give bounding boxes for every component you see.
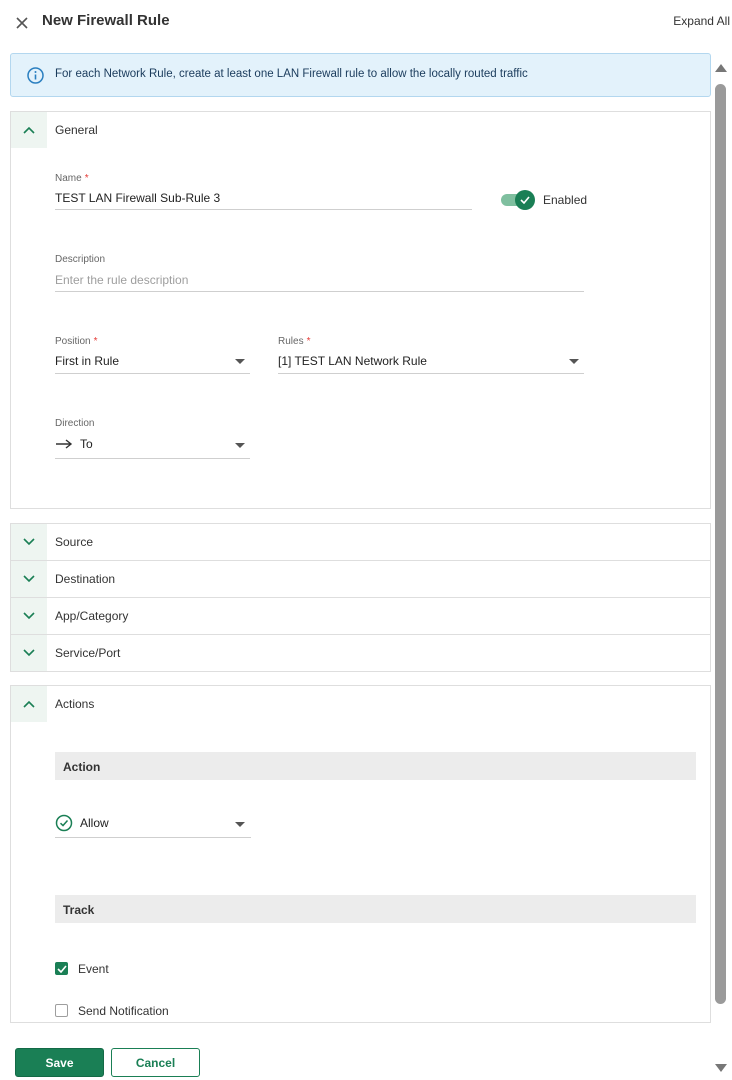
action-select[interactable]: Allow [80, 816, 109, 830]
description-field[interactable]: Enter the rule description [55, 273, 188, 287]
rules-select[interactable]: [1] TEST LAN Network Rule [278, 354, 427, 368]
arrow-right-icon [55, 438, 73, 452]
enabled-label: Enabled [543, 193, 588, 207]
rules-dropdown-caret-icon[interactable] [569, 359, 579, 364]
position-select-underline [55, 373, 250, 374]
actions-section: Actions Action Allow Track Event Send No… [10, 685, 711, 1023]
page-title: New Firewall Rule [42, 12, 170, 29]
dialog-header: New Firewall Rule Expand All [0, 0, 732, 44]
chevron-down-icon[interactable] [11, 598, 47, 634]
cancel-button[interactable]: Cancel [111, 1048, 200, 1077]
position-select[interactable]: First in Rule [55, 354, 119, 368]
rules-label: Rules * [278, 336, 311, 347]
description-field-underline [55, 291, 584, 292]
scrollbar-thumb[interactable] [715, 84, 726, 1004]
actions-section-title: Actions [55, 697, 95, 711]
scroll-up-arrow-icon[interactable] [715, 64, 727, 72]
check-circle-icon [55, 814, 73, 835]
action-dropdown-caret-icon[interactable] [235, 822, 245, 827]
action-select-underline [55, 837, 251, 838]
name-label: Name * [55, 173, 89, 184]
scrollbar[interactable] [714, 60, 727, 1080]
event-label: Event [78, 962, 109, 976]
chevron-up-icon[interactable] [11, 112, 47, 148]
direction-select-underline [55, 458, 250, 459]
position-dropdown-caret-icon[interactable] [235, 359, 245, 364]
service-port-section-header[interactable]: Service/Port [11, 635, 710, 671]
enabled-toggle[interactable] [501, 190, 537, 210]
source-section-title: Source [55, 535, 94, 549]
chevron-down-icon[interactable] [11, 561, 47, 597]
service-port-section-title: Service/Port [55, 646, 121, 660]
actions-section-header[interactable]: Actions [11, 686, 710, 722]
track-band: Track [55, 895, 696, 923]
info-banner: For each Network Rule, create at least o… [10, 53, 711, 97]
position-label: Position * [55, 336, 98, 347]
scroll-down-arrow-icon[interactable] [715, 1064, 727, 1072]
direction-label: Direction [55, 418, 95, 429]
send-notification-checkbox[interactable] [55, 1004, 68, 1017]
destination-section[interactable]: Destination [10, 560, 711, 598]
general-section-title: General [55, 123, 98, 137]
name-field[interactable]: TEST LAN Firewall Sub-Rule 3 [55, 191, 220, 205]
rules-select-underline [278, 373, 584, 374]
description-label: Description [55, 254, 106, 265]
chevron-up-icon[interactable] [11, 686, 47, 722]
service-port-section[interactable]: Service/Port [10, 634, 711, 672]
destination-section-title: Destination [55, 572, 116, 586]
track-band-label: Track [63, 903, 95, 917]
save-button[interactable]: Save [15, 1048, 104, 1077]
source-section[interactable]: Source [10, 523, 711, 561]
direction-select[interactable]: To [80, 437, 93, 451]
app-category-section-title: App/Category [55, 609, 129, 623]
destination-section-header[interactable]: Destination [11, 561, 710, 597]
toggle-knob [515, 190, 535, 210]
name-field-underline [55, 209, 472, 210]
close-icon[interactable] [13, 14, 31, 32]
info-icon [26, 66, 45, 85]
action-band-label: Action [63, 760, 101, 774]
app-category-section-header[interactable]: App/Category [11, 598, 710, 634]
info-banner-text: For each Network Rule, create at least o… [55, 68, 528, 80]
action-band: Action [55, 752, 696, 780]
chevron-down-icon[interactable] [11, 635, 47, 671]
chevron-down-icon[interactable] [11, 524, 47, 560]
send-notification-label: Send Notification [78, 1004, 169, 1018]
app-category-section[interactable]: App/Category [10, 597, 711, 635]
general-section-header[interactable]: General [11, 112, 710, 148]
event-checkbox[interactable] [55, 962, 68, 975]
general-section: General Name * TEST LAN Firewall Sub-Rule… [10, 111, 711, 509]
source-section-header[interactable]: Source [11, 524, 710, 560]
direction-dropdown-caret-icon[interactable] [235, 443, 245, 448]
expand-all-link[interactable]: Expand All [673, 14, 730, 28]
